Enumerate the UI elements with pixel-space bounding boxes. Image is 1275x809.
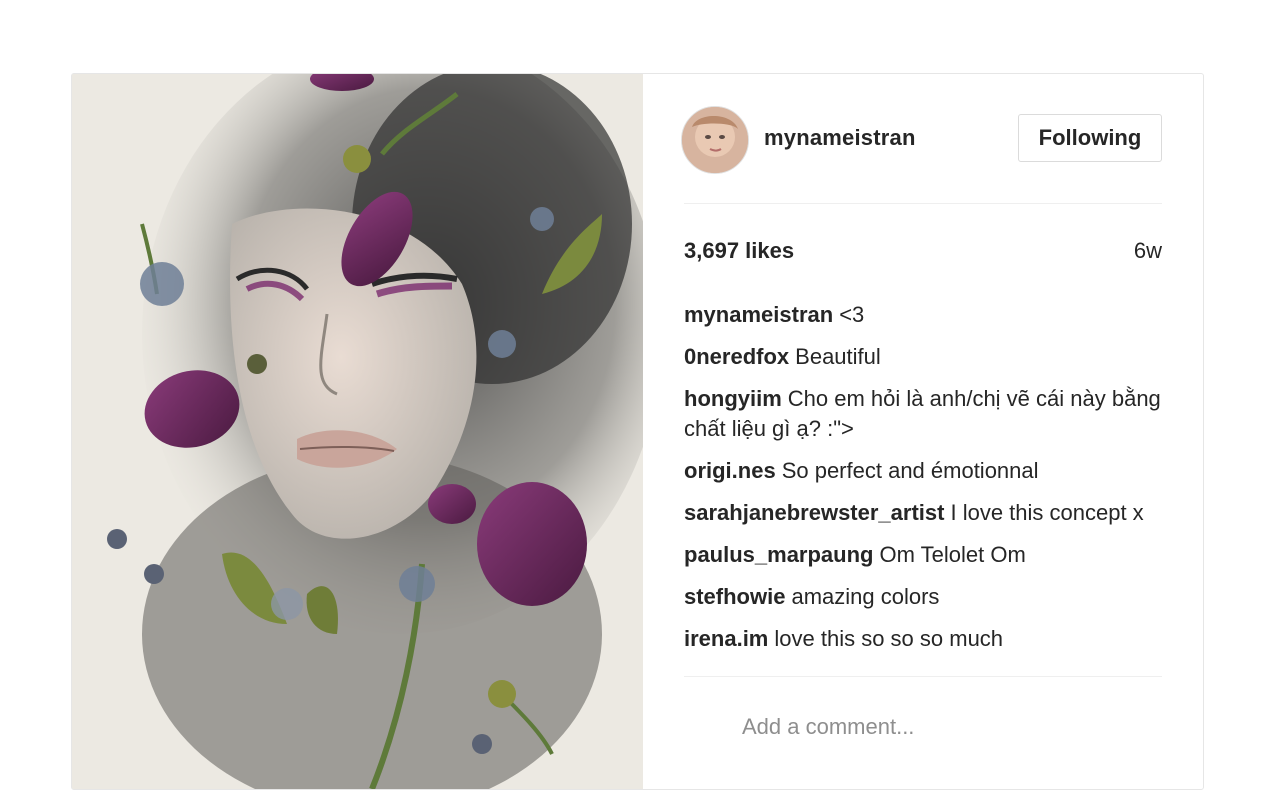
comment-item: stefhowie amazing colors — [684, 582, 1162, 612]
post-image[interactable] — [72, 74, 643, 789]
author-username[interactable]: mynameistran — [764, 125, 916, 151]
avatar[interactable] — [681, 106, 749, 174]
comment-item: origi.nes So perfect and émotionnal — [684, 456, 1162, 486]
post-age[interactable]: 6w — [1134, 238, 1162, 264]
comment-author[interactable]: origi.nes — [684, 458, 776, 483]
comment-text: Om Telolet Om — [879, 542, 1026, 567]
divider — [684, 203, 1162, 204]
comment-author[interactable]: 0neredfox — [684, 344, 789, 369]
likes-count[interactable]: 3,697 likes — [684, 238, 794, 264]
comment-item: hongyiim Cho em hỏi là anh/chị vẽ cái này… — [684, 384, 1162, 444]
following-button[interactable]: Following — [1018, 114, 1162, 162]
comment-author[interactable]: paulus_marpaung — [684, 542, 873, 567]
comment-item: mynameistran <3 — [684, 300, 1162, 330]
post-header: mynameistran Following — [681, 106, 1164, 174]
comment-item: paulus_marpaung Om Telolet Om — [684, 540, 1162, 570]
comment-text: love this so so so much — [774, 626, 1004, 651]
comment-item: 0neredfox Beautiful — [684, 342, 1162, 372]
comment-author[interactable]: sarahjanebrewster_artist — [684, 500, 944, 525]
post-card: mynameistran Following 3,697 likes 6w my… — [71, 73, 1204, 790]
divider — [684, 676, 1162, 677]
comment-author[interactable]: hongyiim — [684, 386, 782, 411]
comment-list[interactable]: mynameistran <3 0neredfox Beautiful hongyi… — [684, 300, 1162, 678]
comment-text: amazing colors — [791, 584, 940, 609]
comment-author[interactable]: mynameistran — [684, 302, 833, 327]
add-comment-input[interactable] — [742, 714, 1142, 740]
comment-text: I love this concept x — [950, 500, 1144, 525]
avatar-portrait-icon — [682, 107, 748, 173]
comment-text: So perfect and émotionnal — [781, 458, 1039, 483]
comment-text: Beautiful — [795, 344, 881, 369]
comment-text: <3 — [839, 302, 865, 327]
comment-item: sarahjanebrewster_artist I love this conc… — [684, 498, 1162, 528]
comment-author[interactable]: stefhowie — [684, 584, 785, 609]
post-sidebar: mynameistran Following 3,697 likes 6w my… — [681, 74, 1164, 789]
comment-item: irena.im love this so so so much — [684, 624, 1162, 654]
artwork-illustration — [72, 74, 643, 789]
comment-author[interactable]: irena.im — [684, 626, 768, 651]
